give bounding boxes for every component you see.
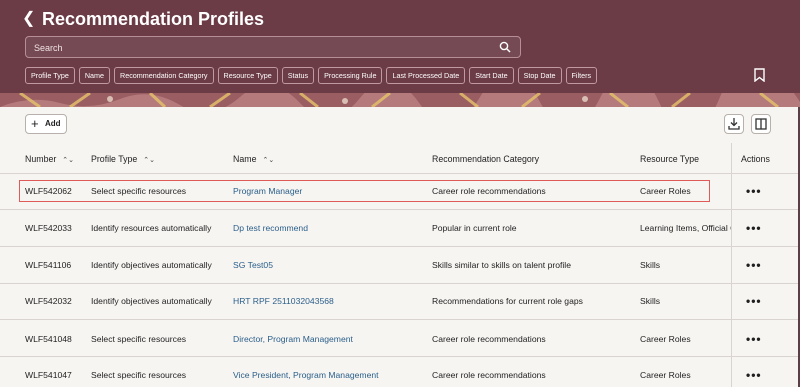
row-resource-type: Learning Items, Official C	[640, 223, 731, 233]
row-category: Skills similar to skills on talent profi…	[432, 260, 571, 270]
row-actions-menu[interactable]: •••	[746, 369, 762, 381]
row-resource-type: Skills	[640, 296, 661, 306]
row-number: WLF542032	[25, 296, 72, 306]
search-input[interactable]	[34, 40, 494, 55]
row-resource-type: Career Roles	[640, 334, 691, 344]
download-icon	[728, 118, 740, 130]
content-panel	[0, 107, 798, 387]
page-header: ❮ Recommendation Profiles Profile Type N…	[0, 0, 800, 98]
row-resource-type: Career Roles	[640, 370, 691, 380]
row-category: Recommendations for current role gaps	[432, 296, 583, 306]
sort-icon[interactable]: ⌃⌄	[62, 156, 74, 166]
row-profile-type: Select specific resources	[91, 334, 187, 344]
row-name-link[interactable]: HRT RPF 2511032043568	[233, 296, 334, 306]
row-actions-menu[interactable]: •••	[746, 295, 762, 307]
filter-chips: Profile Type Name Recommendation Categor…	[25, 67, 598, 84]
row-profile-type: Identify resources automatically	[91, 223, 212, 233]
column-header-actions: Actions	[741, 154, 770, 164]
divider	[0, 246, 798, 247]
divider	[0, 356, 798, 357]
filter-processing-rule[interactable]: Processing Rule	[318, 67, 383, 84]
search-icon[interactable]	[499, 41, 511, 53]
plus-icon: +	[31, 116, 39, 131]
row-category: Career role recommendations	[432, 334, 546, 344]
search-field[interactable]	[25, 36, 521, 58]
divider	[0, 319, 798, 320]
filter-stop-date[interactable]: Stop Date	[517, 67, 562, 84]
bookmark-icon[interactable]	[754, 68, 765, 82]
filter-start-date[interactable]: Start Date	[469, 67, 514, 84]
column-header-name[interactable]: Name ⌃⌄	[233, 154, 274, 166]
row-actions-menu[interactable]: •••	[746, 259, 762, 271]
filter-name[interactable]: Name	[78, 67, 111, 84]
add-button[interactable]: + Add	[25, 114, 67, 134]
row-number: WLF542033	[25, 223, 72, 233]
filter-recommendation-category[interactable]: Recommendation Category	[114, 67, 214, 84]
row-name-link[interactable]: SG Test05	[233, 260, 273, 270]
decorative-banner	[0, 93, 800, 107]
column-view-button[interactable]	[751, 114, 771, 134]
sort-icon[interactable]: ⌃⌄	[262, 156, 274, 166]
column-header-number[interactable]: Number ⌃⌄	[25, 154, 74, 166]
divider	[0, 173, 798, 174]
row-category: Popular in current role	[432, 223, 517, 233]
actions-column-divider	[731, 143, 732, 387]
column-header-profile-type[interactable]: Profile Type ⌃⌄	[91, 154, 155, 166]
row-actions-menu[interactable]: •••	[746, 333, 762, 345]
row-number: WLF541048	[25, 334, 72, 344]
filter-profile-type[interactable]: Profile Type	[25, 67, 75, 84]
divider	[0, 209, 798, 210]
page-title: Recommendation Profiles	[42, 9, 265, 29]
columns-icon	[755, 118, 767, 130]
row-highlight-box	[19, 180, 710, 202]
row-actions-menu[interactable]: •••	[746, 222, 762, 234]
row-category: Career role recommendations	[432, 370, 546, 380]
sort-icon[interactable]: ⌃⌄	[143, 156, 155, 166]
filter-resource-type[interactable]: Resource Type	[217, 67, 278, 84]
column-header-recommendation-category: Recommendation Category	[432, 154, 540, 164]
row-profile-type: Identify objectives automatically	[91, 260, 212, 270]
row-number: WLF541106	[25, 260, 72, 270]
row-profile-type: Identify objectives automatically	[91, 296, 212, 306]
export-button[interactable]	[724, 114, 744, 134]
row-actions-menu[interactable]: •••	[746, 185, 762, 197]
row-profile-type: Select specific resources	[91, 370, 187, 380]
add-button-label: Add	[45, 119, 61, 128]
row-name-link[interactable]: Vice President, Program Management	[233, 370, 379, 380]
column-header-resource-type: Resource Type	[640, 154, 700, 164]
filter-status[interactable]: Status	[281, 67, 315, 84]
row-name-link[interactable]: Director, Program Management	[233, 334, 353, 344]
filter-more[interactable]: Filters	[565, 67, 598, 84]
row-resource-type: Skills	[640, 260, 661, 270]
row-name-link[interactable]: Dp test recommend	[233, 223, 308, 233]
filter-last-processed-date[interactable]: Last Processed Date	[386, 67, 466, 84]
divider	[0, 283, 798, 284]
row-number: WLF541047	[25, 370, 72, 380]
back-arrow-icon[interactable]: ❮	[22, 11, 36, 27]
